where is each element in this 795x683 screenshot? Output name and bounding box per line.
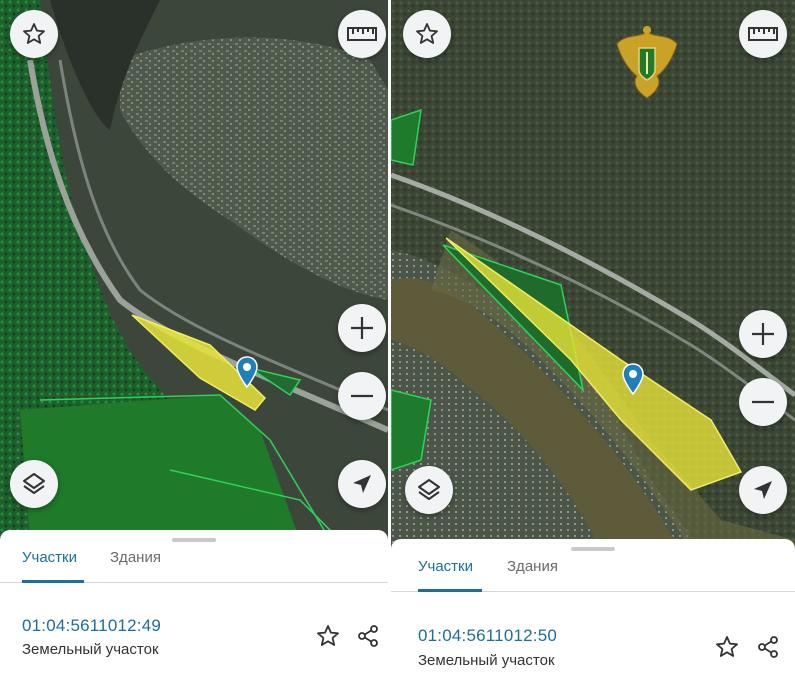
- layers-icon: [23, 473, 45, 494]
- tab-buildings[interactable]: Здания: [110, 549, 161, 566]
- emblem-icon: [616, 26, 678, 99]
- minus-icon: [752, 400, 774, 404]
- layers-button[interactable]: [405, 466, 453, 514]
- favorite-parcel-button[interactable]: [713, 633, 741, 661]
- star-icon: [416, 23, 438, 44]
- parcel-type-label: Земельный участок: [22, 641, 159, 658]
- locate-button[interactable]: [338, 460, 386, 508]
- share-button[interactable]: [754, 633, 782, 661]
- star-icon: [23, 23, 45, 44]
- ruler-icon: [347, 27, 377, 41]
- favorite-map-button[interactable]: [403, 10, 451, 58]
- layers-button[interactable]: [10, 460, 58, 508]
- active-tab-indicator: [22, 580, 84, 583]
- favorite-map-button[interactable]: [10, 10, 58, 58]
- sheet-tabs: Участки Здания: [0, 530, 388, 583]
- star-icon: [317, 625, 339, 646]
- plus-icon: [351, 317, 373, 339]
- locate-arrow-icon: [754, 481, 772, 499]
- satellite-imagery: [0, 0, 388, 540]
- satellite-imagery: [391, 0, 795, 550]
- parcel-type-label: Земельный участок: [418, 652, 555, 669]
- zoom-in-button[interactable]: [338, 304, 386, 352]
- share-icon: [758, 636, 778, 658]
- parcel-cadastral-number[interactable]: 01:04:5611012:49: [22, 616, 161, 636]
- ruler-button[interactable]: [338, 10, 386, 58]
- map-pin-icon[interactable]: [622, 363, 644, 395]
- right-screen: Участки Здания 01:04:5611012:50 Земельны…: [391, 0, 795, 683]
- zoom-out-button[interactable]: [739, 378, 787, 426]
- ruler-icon: [748, 27, 778, 41]
- star-icon: [716, 636, 738, 657]
- minus-icon: [351, 394, 373, 398]
- favorite-parcel-button[interactable]: [314, 622, 342, 650]
- share-icon: [358, 625, 378, 647]
- layers-icon: [418, 479, 440, 500]
- tab-buildings[interactable]: Здания: [507, 558, 558, 575]
- left-screen: Участки Здания 01:04:5611012:49 Земельны…: [0, 0, 388, 683]
- satellite-map[interactable]: [391, 0, 795, 550]
- parcel-cadastral-number[interactable]: 01:04:5611012:50: [418, 626, 557, 646]
- sheet-tabs: Участки Здания: [391, 539, 795, 592]
- share-button[interactable]: [354, 622, 382, 650]
- satellite-map[interactable]: [0, 0, 388, 540]
- ruler-button[interactable]: [739, 10, 787, 58]
- bottom-sheet: Участки Здания 01:04:5611012:50 Земельны…: [391, 539, 795, 683]
- locate-arrow-icon: [353, 475, 371, 493]
- plus-icon: [752, 323, 774, 345]
- zoom-in-button[interactable]: [739, 310, 787, 358]
- tab-parcels[interactable]: Участки: [418, 558, 473, 575]
- zoom-out-button[interactable]: [338, 372, 386, 420]
- tab-parcels[interactable]: Участки: [22, 549, 77, 566]
- bottom-sheet: Участки Здания 01:04:5611012:49 Земельны…: [0, 530, 388, 683]
- active-tab-indicator: [418, 589, 482, 592]
- map-pin-icon[interactable]: [236, 356, 258, 388]
- locate-button[interactable]: [739, 466, 787, 514]
